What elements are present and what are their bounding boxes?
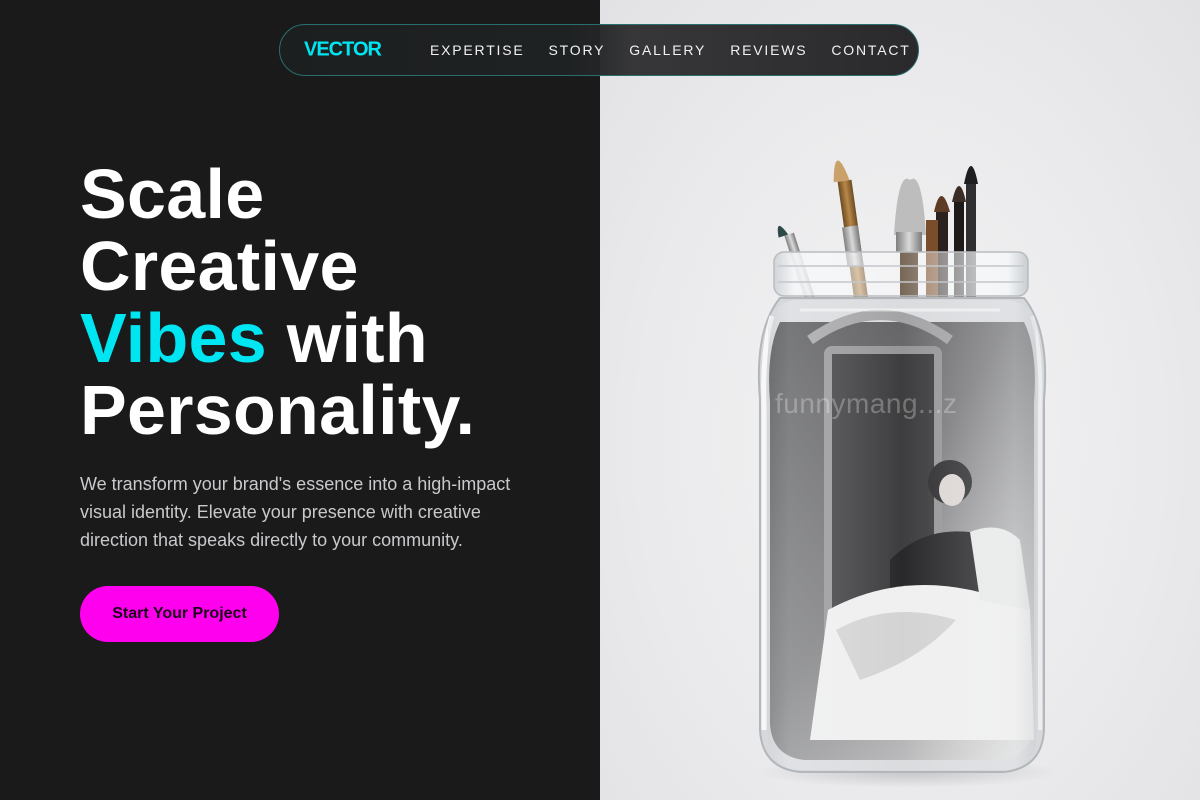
headline-line-3: Vibes with [80, 302, 475, 374]
headline-line-3-rest: with [267, 299, 428, 377]
jar-with-brushes-image [757, 160, 1058, 788]
headline-line-2: Creative [80, 227, 359, 305]
headline-accent-word: Vibes [80, 299, 267, 377]
headline-line-1: Scale [80, 155, 265, 233]
nav-links: EXPERTISE STORY GALLERY REVIEWS CONTACT [430, 25, 911, 75]
brand-logo[interactable]: VECTOR [304, 39, 382, 62]
top-navigation: VECTOR EXPERTISE STORY GALLERY REVIEWS C… [279, 24, 919, 76]
nav-link-contact[interactable]: CONTACT [831, 42, 910, 58]
nav-link-reviews[interactable]: REVIEWS [730, 42, 807, 58]
hero-subtext: We transform your brand's essence into a… [80, 474, 511, 550]
landing-page: funnymang...z VECTOR EXPERTISE STORY GAL… [0, 0, 1200, 800]
start-project-button[interactable]: Start Your Project [80, 586, 279, 642]
nav-link-gallery[interactable]: GALLERY [629, 42, 706, 58]
image-watermark: funnymang...z [775, 388, 958, 419]
nav-link-expertise[interactable]: EXPERTISE [430, 42, 525, 58]
hero-headline: Scale Creative Vibes with Personality. [80, 158, 475, 446]
nav-link-story[interactable]: STORY [549, 42, 606, 58]
hero-image-panel: funnymang...z [600, 0, 1200, 800]
headline-line-4: Personality. [80, 371, 476, 449]
